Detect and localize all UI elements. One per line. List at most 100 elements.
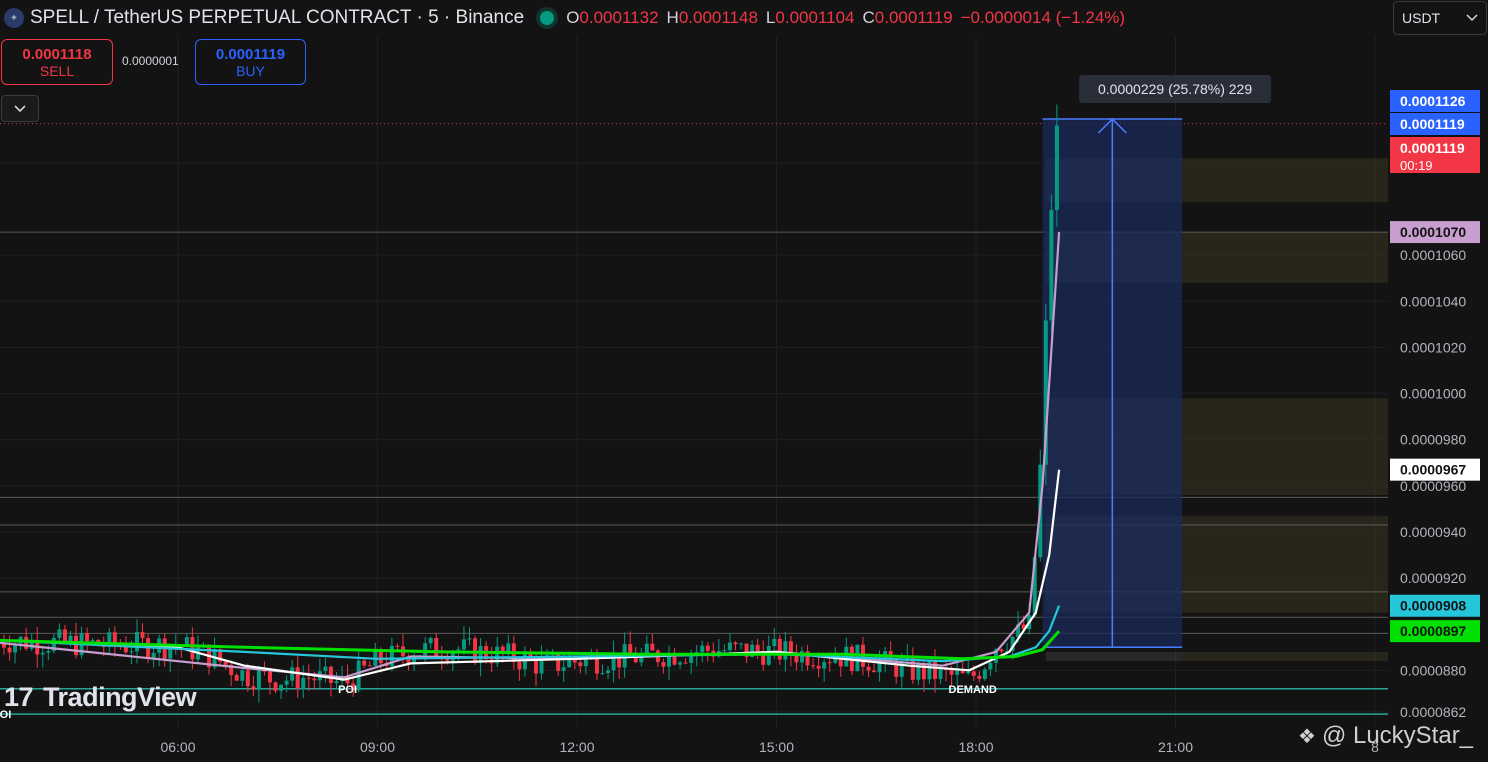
candle-body [367,665,372,667]
candle-body [279,684,284,691]
symbol-title[interactable]: SPELL / TetherUS PERPETUAL CONTRACT · 5 … [30,7,524,29]
chart-header: ✦ SPELL / TetherUS PERPETUAL CONTRACT · … [0,0,1133,36]
x-tick-label: 06:00 [160,739,195,755]
candle-body [334,681,339,684]
x-tick-label: 15:00 [759,739,794,755]
candle-body [74,635,79,656]
candle-body [517,661,522,670]
zone-extension [1182,515,1388,613]
candle-body [140,631,145,639]
candle-body [722,650,727,652]
annotation-label: DEMAND [949,684,997,696]
tradingview-logo: 17 TradingView [4,682,197,713]
candle-body [295,667,300,689]
candle-body [46,650,51,653]
open-label: O [566,8,580,27]
candle-body [85,633,90,642]
x-tick-label: 18:00 [958,739,993,755]
y-tick-label: 0.0001040 [1400,293,1466,309]
x-tick-label: 12:00 [559,739,594,755]
candle-body [833,658,838,663]
watermark-text: @ LuckyStar_ [1321,722,1474,749]
candle-body [583,658,588,667]
candle-body [949,669,954,675]
candle-body [561,667,566,671]
candle-body [362,660,367,666]
candle-body [90,639,95,642]
candle-body [245,670,250,687]
y-tick-label: 0.0000862 [1400,704,1466,720]
zone-extension [1182,398,1388,496]
candle-body [955,670,960,675]
x-tick-label: 09:00 [360,739,395,755]
candle-body [999,649,1004,652]
price-label-text: 0.0001119 [1400,140,1465,156]
close-value: 0.0001119 [874,8,953,27]
candle-body [312,678,317,681]
price-label-text: 0.0000897 [1400,623,1466,639]
candle-body [977,675,982,679]
spread-value: 0.0000001 [122,54,179,68]
candle-body [678,662,683,665]
low-label: L [765,8,776,27]
candle-body [428,638,433,644]
price-chart[interactable]: 0.0000229 (25.78%) 229 POIDEMANDPOI 0.00… [0,0,1488,762]
candle-body [290,667,295,681]
candle-body [966,671,971,674]
candle-body [323,666,328,672]
candle-body [661,662,666,667]
measure-label: 0.0000229 (25.78%) 229 [1098,81,1252,97]
candle-body [783,641,788,660]
tradingview-text: TradingView [43,682,197,712]
candle-body [982,669,987,679]
price-label-text: 0.0000967 [1400,462,1466,478]
buy-button[interactable]: 0.0001119 BUY [195,39,306,85]
symbol-logo-icon: ✦ [4,8,24,28]
candle-body [129,651,134,653]
candle-body [567,659,572,668]
candle-body [932,660,937,680]
sell-button[interactable]: 0.0001118 SELL [1,39,113,85]
candle-body [234,675,239,681]
y-tick-label: 0.0000940 [1400,524,1466,540]
candle-body [24,636,29,649]
candle-body [827,662,832,664]
candle-body [134,631,139,652]
candle-body [267,671,272,683]
price-label-text: 0.0001126 [1400,93,1466,109]
y-tick-label: 0.0000880 [1400,662,1466,678]
candle-body [606,670,611,674]
candle-body [683,662,688,664]
price-labels: 0.0001126 0.0001119 0.0001119 00:19 0.000107… [1390,90,1480,643]
ema-line-pink [0,232,1061,679]
binance-logo-icon: ❖ [1298,725,1316,748]
candle-body [7,647,12,653]
tradingview-mark-icon: 17 [4,682,34,712]
sell-label: SELL [39,62,75,79]
candles [0,104,1059,703]
candle-body [301,677,306,689]
chevron-down-icon [1466,14,1478,22]
candle-body [822,662,827,669]
candle-body [816,665,821,669]
market-status-icon [540,11,555,25]
y-tick-label: 0.0001060 [1400,247,1466,263]
candle-body [739,643,744,645]
collapse-button[interactable] [1,95,39,122]
ema-lines [0,232,1061,681]
candle-body [62,629,67,642]
time-axis: 06:00 09:00 12:00 15:00 18:00 21:00 8 [160,739,1379,755]
candle-body [644,643,649,654]
candle-body [1049,209,1054,321]
currency-label: USDT [1402,10,1441,26]
candle-body [772,638,777,647]
candle-body [223,661,228,665]
candle-body [777,638,782,660]
buy-price: 0.0001119 [215,45,286,63]
zone-extension [1182,651,1388,662]
candle-body [434,638,439,657]
candle-body [866,666,871,671]
currency-select[interactable]: USDT [1393,1,1487,35]
y-tick-label: 0.0000920 [1400,570,1466,586]
open-value: 0.0001132 [579,8,659,27]
